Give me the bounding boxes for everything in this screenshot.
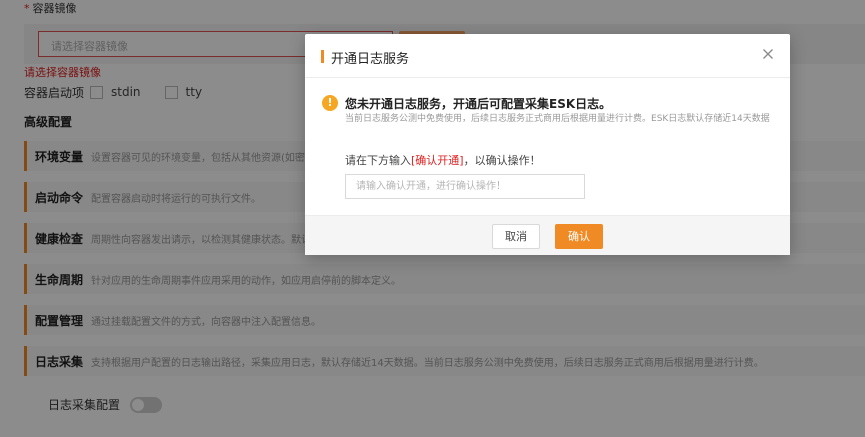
prompt-suffix: ，以确认操作！ (463, 154, 541, 167)
dialog-header: 开通日志服务 (305, 34, 790, 78)
confirm-prompt: 请在下方输入[确认开通]，以确认操作！ (345, 152, 541, 168)
prompt-prefix: 请在下方输入 (345, 154, 411, 167)
dialog-title: 开通日志服务 (331, 52, 410, 67)
dialog-footer: 取消 确认 (305, 215, 790, 255)
cancel-button[interactable]: 取消 (492, 224, 540, 249)
confirm-text-input[interactable] (345, 174, 585, 199)
title-accent-bar (321, 50, 324, 63)
prompt-highlight: [确认开通] (411, 154, 464, 167)
enable-log-service-dialog: 开通日志服务 ! 您未开通日志服务，开通后可配置采集ESK日志。 当前日志服务公… (305, 34, 790, 255)
confirm-button[interactable]: 确认 (555, 224, 603, 249)
close-icon[interactable] (760, 46, 776, 62)
warning-title: 您未开通日志服务，开通后可配置采集ESK日志。 (345, 97, 612, 111)
warning-icon: ! (322, 95, 338, 111)
warning-description: 当前日志服务公测中免费使用，后续日志服务正式商用后根据用量进行计费。ESK日志默… (345, 114, 770, 124)
